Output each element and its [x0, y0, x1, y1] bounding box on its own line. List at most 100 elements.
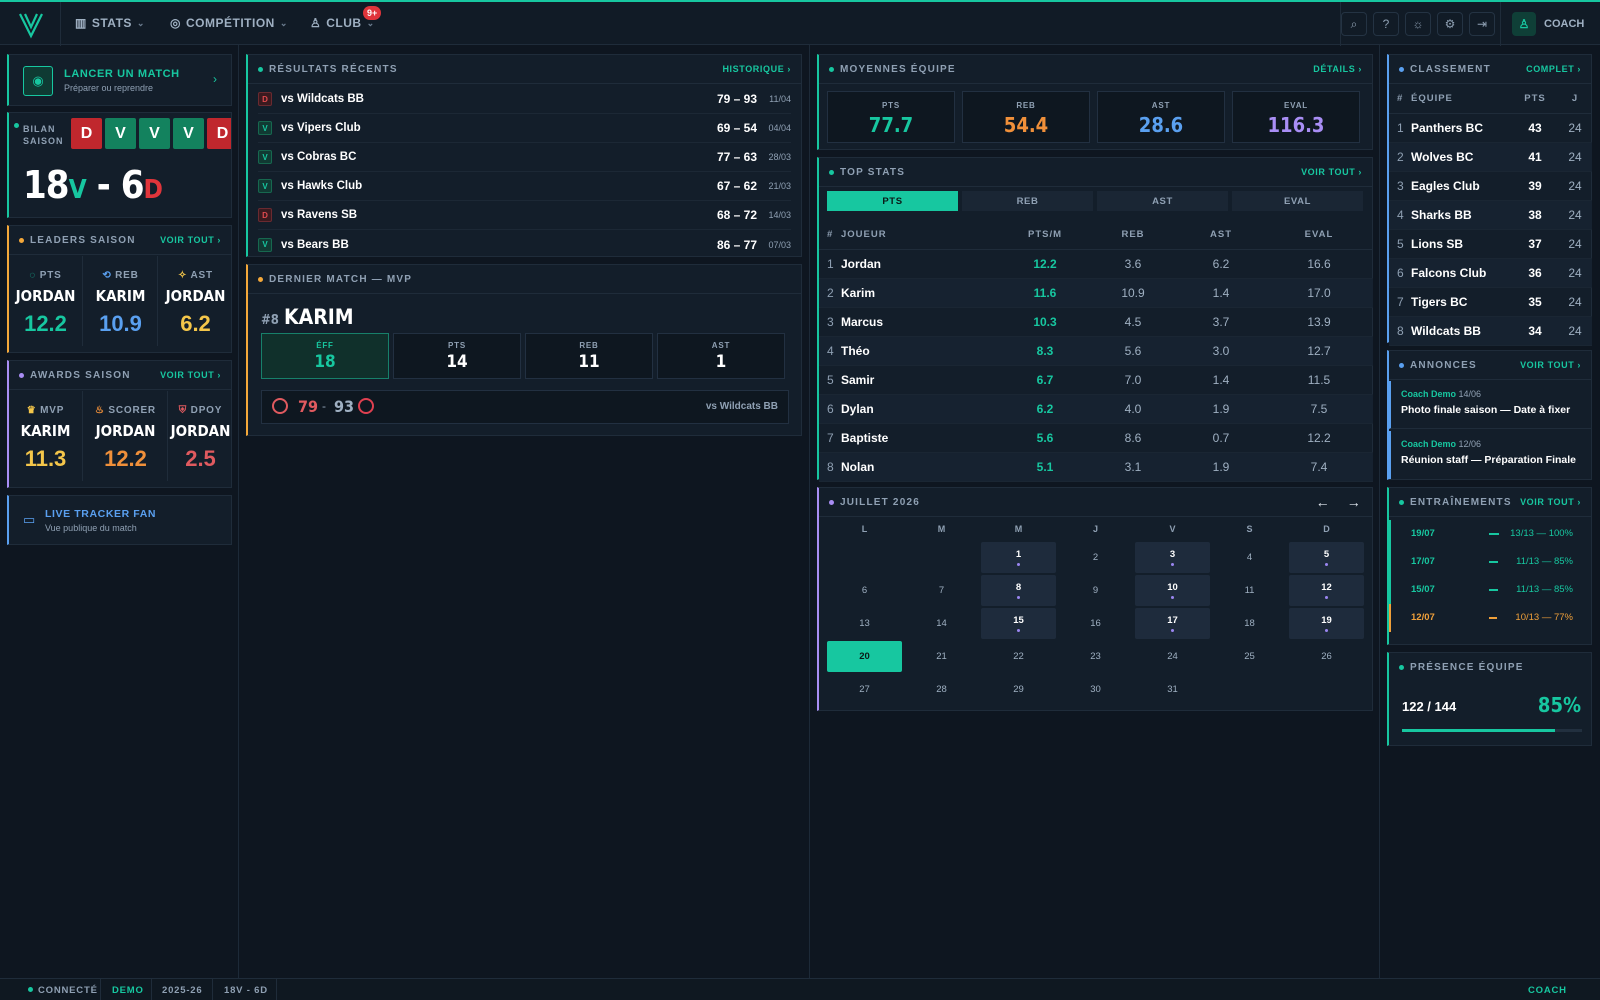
award-mvp[interactable]: ♛ MVP KARIM 11.3	[9, 391, 83, 481]
app-logo-icon[interactable]	[14, 10, 48, 40]
standings-row[interactable]: 6 Falcons Club 36 24	[1389, 258, 1592, 288]
help-icon[interactable]: ?	[1373, 12, 1399, 36]
calendar-day[interactable]: 14	[904, 608, 979, 639]
calendar-day[interactable]: 5	[1289, 542, 1364, 573]
calendar-day[interactable]: 16	[1058, 608, 1133, 639]
calendar-day[interactable]: 30	[1058, 674, 1133, 705]
calendar-day[interactable]: 13	[827, 608, 902, 639]
search-icon[interactable]: ⌕	[1341, 12, 1367, 36]
calendar-day[interactable]: 31	[1135, 674, 1210, 705]
leader-reb[interactable]: ⟲ REB KARIM 10.9	[84, 256, 158, 346]
leader-pts[interactable]: ◌ PTS JORDAN 12.2	[9, 256, 83, 346]
tab-eval[interactable]: EVAL	[1232, 191, 1363, 211]
nav-stats[interactable]: ▥ STATS ⌄	[75, 16, 145, 30]
calendar-day[interactable]: 26	[1289, 641, 1364, 672]
training-row[interactable]: 15/07 11/13 — 85%	[1389, 576, 1591, 604]
calendar-day[interactable]: 19	[1289, 608, 1364, 639]
calendar-day[interactable]: 17	[1135, 608, 1210, 639]
result-row[interactable]: Vvs Cobras BC 77 – 63 28/03	[258, 143, 791, 172]
calendar-day[interactable]: 2	[1058, 542, 1133, 573]
top-stats-row[interactable]: 4 Théo 8.3 5.6 3.0 12.7	[819, 336, 1373, 366]
mvp-match-scoreline[interactable]: 79 - 93 vs Wildcats BB	[261, 390, 789, 424]
calendar-day[interactable]: 9	[1058, 575, 1133, 606]
form-badge-win: V	[105, 118, 136, 149]
col-player[interactable]: JOUEUR	[841, 220, 1001, 250]
leader-ast[interactable]: ✧ AST JORDAN 6.2	[159, 256, 232, 346]
standings-row[interactable]: 1 Panthers BC 43 24	[1389, 113, 1592, 143]
standings-row[interactable]: 8 Wildcats BB 34 24	[1389, 316, 1592, 346]
calendar-day[interactable]: 6	[827, 575, 902, 606]
announcements-link[interactable]: VOIR TOUT ›	[1520, 360, 1581, 370]
top-stats-row[interactable]: 5 Samir 6.7 7.0 1.4 11.5	[819, 365, 1373, 395]
top-stats-row[interactable]: 3 Marcus 10.3 4.5 3.7 13.9	[819, 307, 1373, 337]
tab-ast[interactable]: AST	[1097, 191, 1228, 211]
announcement-item[interactable]: Coach Demo 12/06 Réunion staff — Préparat…	[1389, 431, 1591, 479]
calendar-day[interactable]: 29	[981, 674, 1056, 705]
launch-match-card[interactable]: ◉ LANCER UN MATCH Préparer ou reprendre …	[7, 54, 232, 106]
mvp-score-separator: -	[322, 399, 326, 413]
calendar-day-today[interactable]: 20	[827, 641, 902, 672]
result-row[interactable]: Dvs Ravens SB 68 – 72 14/03	[258, 201, 791, 230]
calendar-day[interactable]: 21	[904, 641, 979, 672]
season-awards-link[interactable]: VOIR TOUT ›	[160, 370, 221, 380]
nav-competition[interactable]: ◎ COMPÉTITION ⌄	[170, 16, 288, 30]
top-stats-link[interactable]: VOIR TOUT ›	[1301, 167, 1362, 177]
cell-games: 24	[1558, 258, 1592, 288]
result-row[interactable]: Vvs Vipers Club 69 – 54 04/04	[258, 114, 791, 143]
top-stats-row[interactable]: 1 Jordan 12.2 3.6 6.2 16.6	[819, 249, 1373, 279]
tab-pts[interactable]: PTS	[827, 191, 958, 211]
col-reb[interactable]: REB	[1089, 220, 1177, 250]
history-link[interactable]: HISTORIQUE ›	[722, 64, 791, 74]
season-leaders-link[interactable]: VOIR TOUT ›	[160, 235, 221, 245]
col-pts[interactable]: PTS/M	[1001, 220, 1089, 250]
calendar-day[interactable]: 3	[1135, 542, 1210, 573]
tab-reb[interactable]: REB	[962, 191, 1093, 211]
calendar-day[interactable]: 1	[981, 542, 1056, 573]
result-row[interactable]: Vvs Bears BB 86 – 77 07/03	[258, 230, 791, 259]
announcement-item[interactable]: Coach Demo 14/06 Photo finale saison — Da…	[1389, 381, 1591, 429]
season-awards-title: AWARDS SAISON	[30, 369, 131, 381]
calendar-day[interactable]: 7	[904, 575, 979, 606]
calendar-day[interactable]: 24	[1135, 641, 1210, 672]
user-menu[interactable]: ♙ COACH	[1512, 12, 1584, 36]
result-row[interactable]: Dvs Wildcats BB 79 – 93 11/04	[258, 85, 791, 114]
calendar-day[interactable]: 12	[1289, 575, 1364, 606]
sun-icon[interactable]: ☼	[1405, 12, 1431, 36]
trainings-link[interactable]: VOIR TOUT ›	[1520, 497, 1581, 507]
calendar-day[interactable]: 23	[1058, 641, 1133, 672]
details-link[interactable]: DÉTAILS ›	[1313, 64, 1362, 74]
calendar-day[interactable]: 28	[904, 674, 979, 705]
calendar-day[interactable]: 8	[981, 575, 1056, 606]
standings-row[interactable]: 3 Eagles Club 39 24	[1389, 171, 1592, 201]
result-row[interactable]: Vvs Hawks Club 67 – 62 21/03	[258, 172, 791, 201]
col-ast[interactable]: AST	[1177, 220, 1265, 250]
calendar-day[interactable]: 15	[981, 608, 1056, 639]
calendar-day[interactable]: 4	[1212, 542, 1287, 573]
standings-row[interactable]: 4 Sharks BB 38 24	[1389, 200, 1592, 230]
calendar-day[interactable]: 10	[1135, 575, 1210, 606]
standings-row[interactable]: 7 Tigers BC 35 24	[1389, 287, 1592, 317]
calendar-next-button[interactable]: →	[1347, 494, 1362, 510]
calendar-day[interactable]: 25	[1212, 641, 1287, 672]
standings-link[interactable]: COMPLET ›	[1526, 64, 1581, 74]
top-stats-row[interactable]: 7 Baptiste 5.6 8.6 0.7 12.2	[819, 423, 1373, 453]
top-stats-row[interactable]: 8 Nolan 5.1 3.1 1.9 7.4	[819, 452, 1373, 482]
award-dpoy[interactable]: ⛨ DPOY JORDAN 2.5	[169, 391, 232, 481]
award-scorer[interactable]: ♨ SCORER JORDAN 12.2	[84, 391, 168, 481]
training-row[interactable]: 19/07 13/13 — 100%	[1389, 520, 1591, 548]
gear-icon[interactable]: ⚙	[1437, 12, 1463, 36]
calendar-day[interactable]: 27	[827, 674, 902, 705]
logout-icon[interactable]: ⇥	[1469, 12, 1495, 36]
calendar-day[interactable]: 18	[1212, 608, 1287, 639]
calendar-day[interactable]: 22	[981, 641, 1056, 672]
standings-row[interactable]: 5 Lions SB 37 24	[1389, 229, 1592, 259]
training-row[interactable]: 12/07 10/13 — 77%	[1389, 604, 1591, 632]
top-stats-row[interactable]: 6 Dylan 6.2 4.0 1.9 7.5	[819, 394, 1373, 424]
live-tracker-card[interactable]: ▭ LIVE TRACKER FAN Vue publique du match	[7, 495, 232, 545]
training-row[interactable]: 17/07 11/13 — 85%	[1389, 548, 1591, 576]
top-stats-row[interactable]: 2 Karim 11.6 10.9 1.4 17.0	[819, 278, 1373, 308]
calendar-day[interactable]: 11	[1212, 575, 1287, 606]
calendar-prev-button[interactable]: ←	[1316, 494, 1331, 510]
col-eval[interactable]: EVAL	[1265, 220, 1373, 250]
standings-row[interactable]: 2 Wolves BC 41 24	[1389, 142, 1592, 172]
